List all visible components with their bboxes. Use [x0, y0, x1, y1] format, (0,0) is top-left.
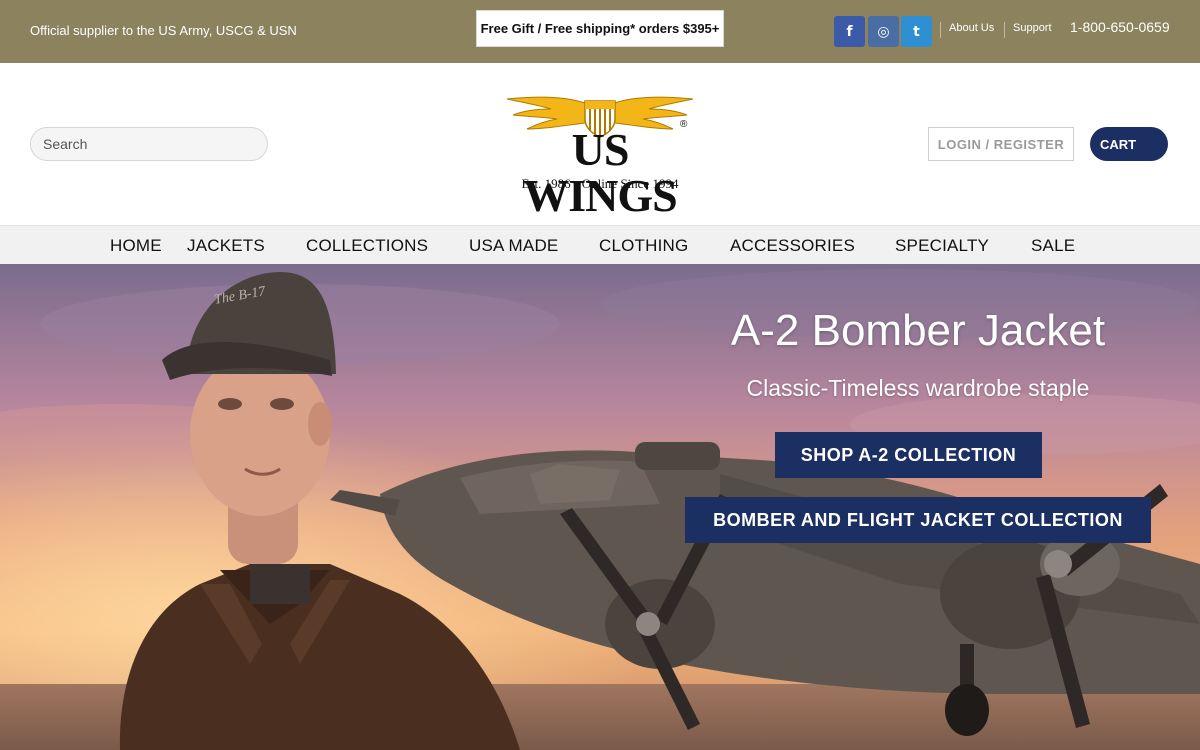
nav-item-home[interactable]: HOME [110, 236, 162, 256]
us-wings-logo[interactable]: US WINGS ® Est. 1986 • Online Since 1994 [505, 93, 695, 219]
support-link[interactable]: Support [1013, 22, 1052, 34]
main-navigation: HOME JACKETS COLLECTIONS USA MADE CLOTHI… [0, 225, 1200, 264]
twitter-icon[interactable]: t [901, 16, 932, 47]
nav-item-clothing[interactable]: CLOTHING [599, 236, 688, 256]
bomber-flight-jacket-collection-button[interactable]: BOMBER AND FLIGHT JACKET COLLECTION [685, 497, 1151, 543]
logo-tagline: Est. 1986 • Online Since 1994 [521, 176, 679, 191]
divider [1004, 22, 1005, 38]
supplier-text: Official supplier to the US Army, USCG &… [30, 23, 297, 38]
about-us-link[interactable]: About Us [949, 22, 994, 34]
hero-title: A-2 Bomber Jacket [730, 306, 1106, 355]
hero-banner[interactable]: The B-17 A-2 Bomber Jacket Classic-Timel… [0, 264, 1200, 750]
search-input[interactable] [30, 127, 268, 161]
top-announcement-bar: Official supplier to the US Army, USCG &… [0, 0, 1200, 63]
instagram-icon[interactable]: ◎ [868, 16, 899, 47]
site-header: US WINGS ® Est. 1986 • Online Since 1994… [0, 63, 1200, 225]
divider [940, 22, 941, 38]
nav-item-sale[interactable]: SALE [1031, 236, 1075, 256]
phone-number[interactable]: 1-800-650-0659 [1070, 19, 1170, 35]
nav-item-usa-made[interactable]: USA MADE [469, 236, 558, 256]
shop-a2-collection-button[interactable]: SHOP A-2 COLLECTION [775, 432, 1042, 478]
cart-button[interactable]: CART [1090, 127, 1168, 161]
free-shipping-promo[interactable]: Free Gift / Free shipping* orders $395+ [476, 10, 724, 47]
facebook-icon[interactable]: f [834, 16, 865, 47]
hero-subtitle: Classic-Timeless wardrobe staple [746, 375, 1090, 401]
login-register-button[interactable]: LOGIN / REGISTER [928, 127, 1074, 161]
logo-wordmark: US WINGS [523, 124, 677, 221]
nav-item-specialty[interactable]: SPECIALTY [895, 236, 989, 256]
nav-item-jackets[interactable]: JACKETS [187, 236, 265, 256]
nav-item-accessories[interactable]: ACCESSORIES [730, 236, 855, 256]
registered-mark: ® [680, 119, 688, 130]
nav-item-collections[interactable]: COLLECTIONS [306, 236, 428, 256]
